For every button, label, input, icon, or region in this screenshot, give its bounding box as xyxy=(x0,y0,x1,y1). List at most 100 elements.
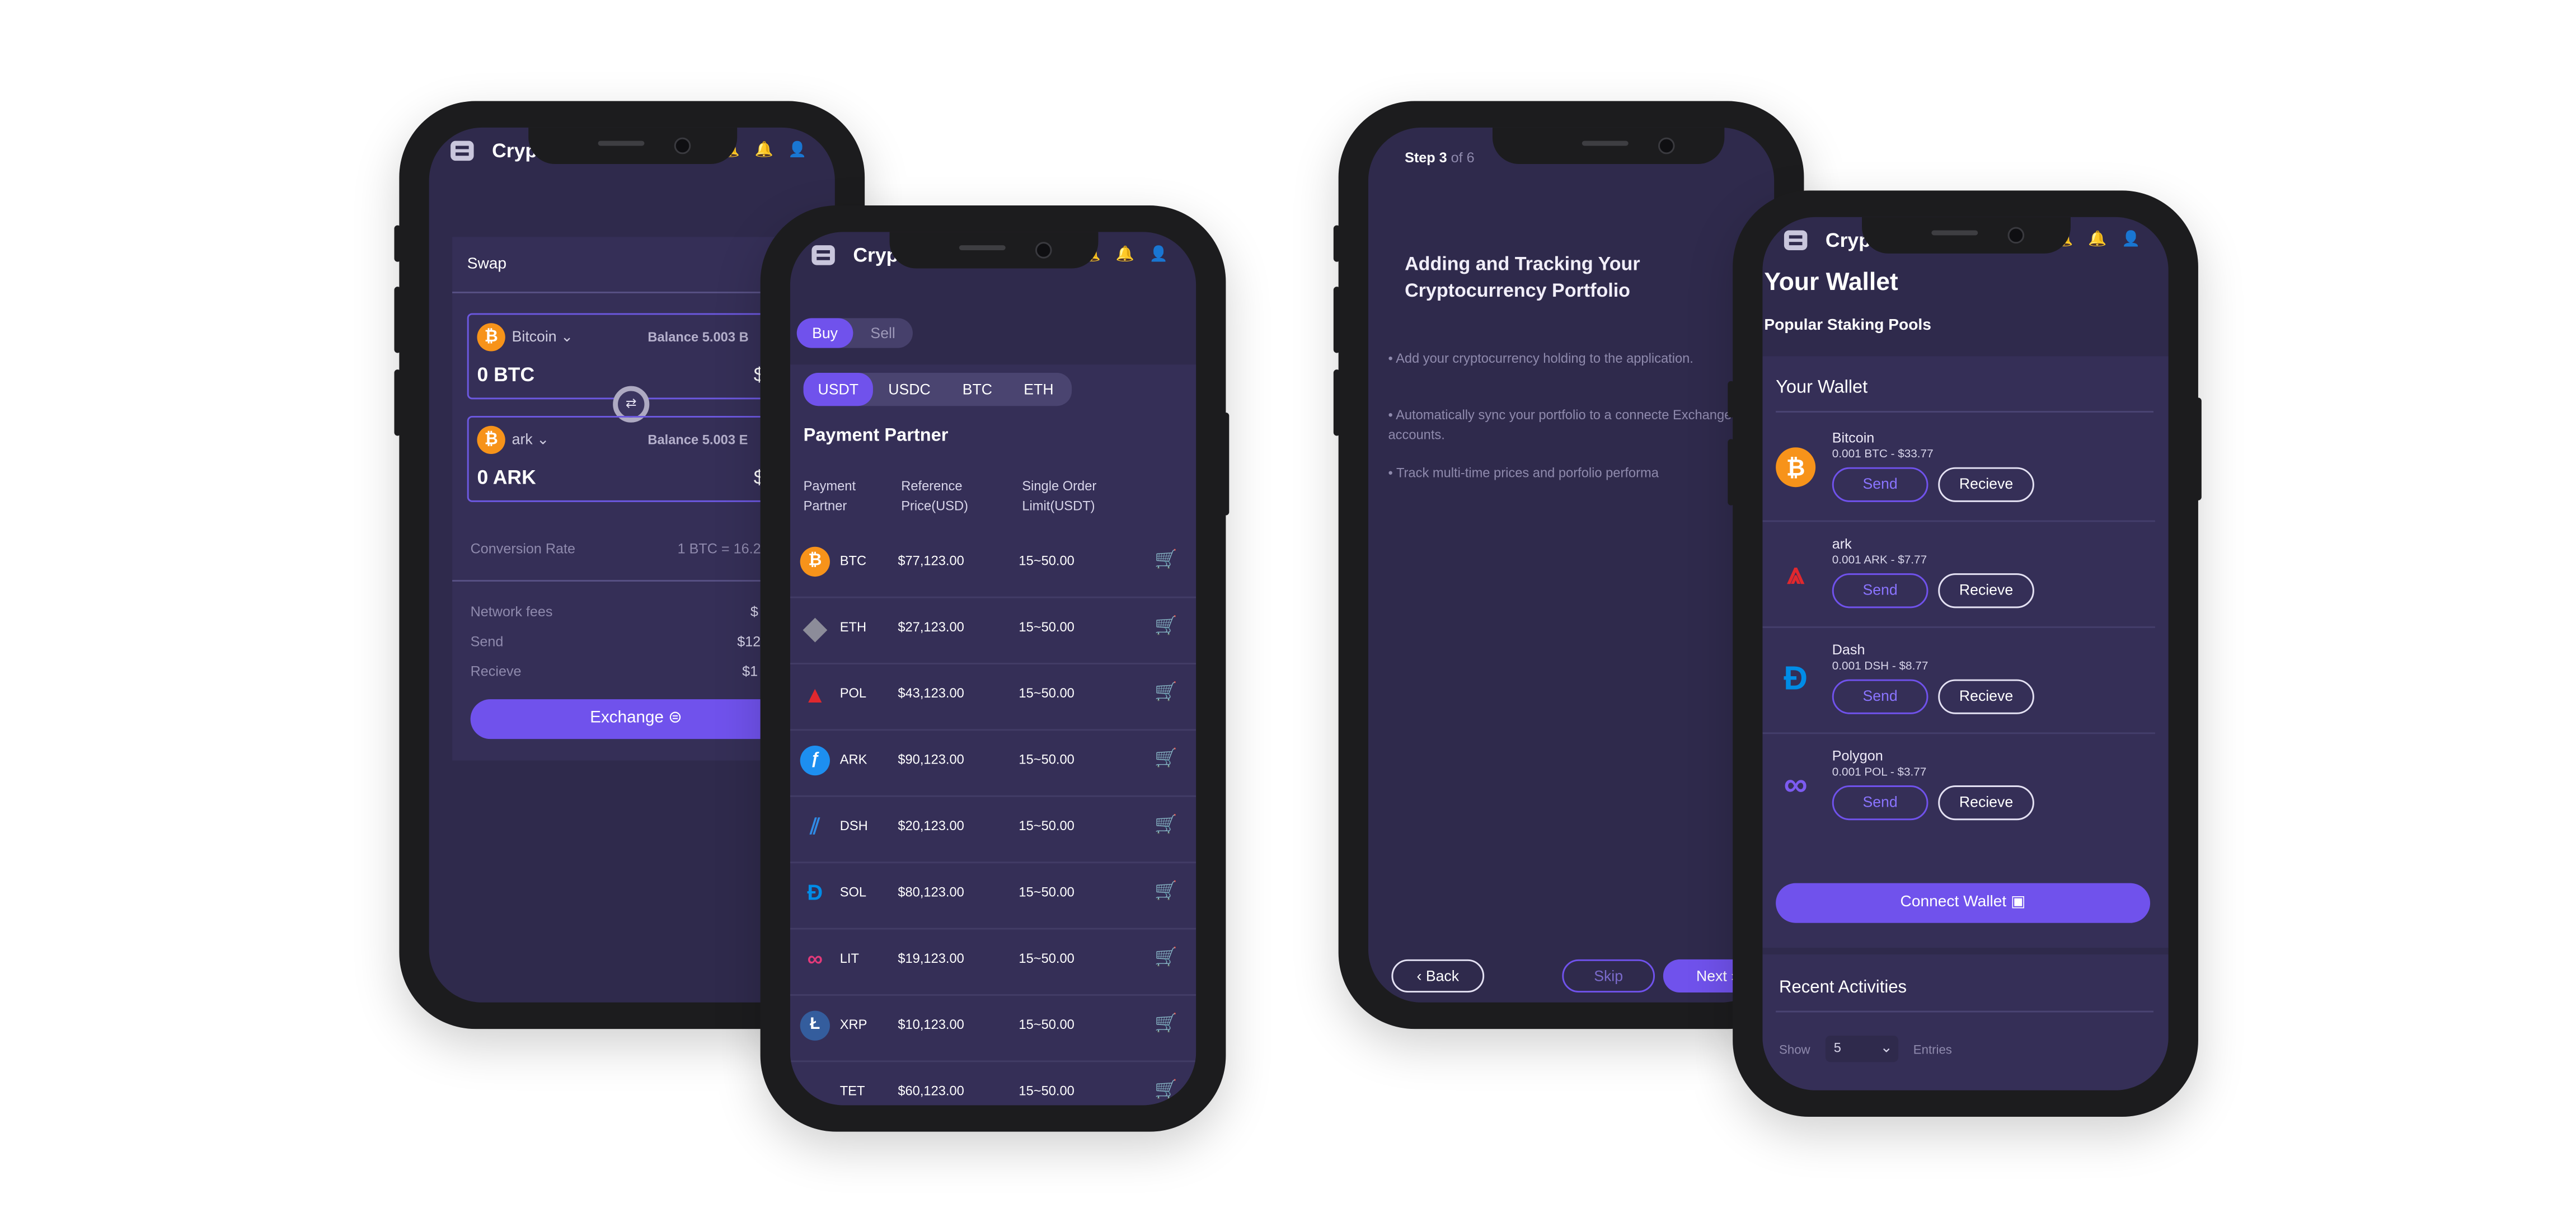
notification-icon[interactable]: 🔔 xyxy=(2088,230,2122,247)
user-icon[interactable]: 👤 xyxy=(1149,245,1183,262)
tab-usdc[interactable]: USDC xyxy=(876,373,942,406)
row-symbol: DSH xyxy=(839,818,868,834)
buy-tab[interactable]: Buy xyxy=(796,318,853,348)
swap-to-coin[interactable]: ark ⌄ xyxy=(512,431,550,450)
cart-icon[interactable]: 🛒 xyxy=(1155,813,1177,835)
send-button[interactable]: Send xyxy=(1832,467,1929,502)
chevron-left-icon: ‹ xyxy=(1416,967,1422,985)
cart-icon[interactable]: 🛒 xyxy=(1155,1013,1177,1034)
chevron-down-icon: ⌄ xyxy=(537,430,550,448)
list-item: Ɖ Dash 0.001 DSH - $8.77 Send Recieve xyxy=(1762,626,2155,734)
row-symbol: BTC xyxy=(839,553,867,569)
cart-icon[interactable]: 🛒 xyxy=(1155,549,1177,570)
user-icon[interactable]: 👤 xyxy=(788,141,822,158)
recieve-button[interactable]: Recieve xyxy=(1938,573,2034,608)
entries-value: 5 xyxy=(1833,1040,1841,1056)
row-symbol: XRP xyxy=(839,1017,867,1033)
row-symbol: POL xyxy=(839,686,867,701)
row-symbol: ETH xyxy=(839,620,867,635)
cart-icon[interactable]: 🛒 xyxy=(1155,747,1177,769)
entries-select[interactable]: 5 ⌄ xyxy=(1825,1036,1899,1062)
send-button[interactable]: Send xyxy=(1832,785,1929,821)
table-row[interactable]: ⫽ DSH $20,123.00 15~50.00 🛒 xyxy=(790,795,1196,864)
cart-icon[interactable]: 🛒 xyxy=(1155,880,1177,902)
row-limit: 15~50.00 xyxy=(1019,1017,1074,1033)
table-row[interactable]: ∞ LIT $19,123.00 15~50.00 🛒 xyxy=(790,928,1196,996)
notification-icon[interactable]: 🔔 xyxy=(754,141,788,158)
table-row[interactable]: Ł XRP $10,123.00 15~50.00 🛒 xyxy=(790,994,1196,1062)
bitcoin-icon: ₿ xyxy=(477,323,505,352)
swap-to-amount[interactable]: 0 ARK xyxy=(477,466,536,489)
filecoin-icon: ƒ xyxy=(800,746,830,776)
row-limit: 15~50.00 xyxy=(1019,818,1074,834)
swap-arrows-icon: ⇄ xyxy=(625,396,637,411)
back-button[interactable]: ‹ Back xyxy=(1391,959,1485,993)
wallet-item-name: Polygon xyxy=(1832,747,1883,764)
send-button[interactable]: Send xyxy=(1832,679,1929,714)
bullet-item: • Automatically sync your portfolio to a… xyxy=(1388,408,1732,443)
tab-btc[interactable]: BTC xyxy=(949,373,1006,406)
notification-icon[interactable]: 🔔 xyxy=(1116,245,1149,262)
row-limit: 15~50.00 xyxy=(1019,752,1074,767)
cart-icon[interactable]: 🛒 xyxy=(1155,615,1177,636)
table-row[interactable]: ƒ ARK $90,123.00 15~50.00 🛒 xyxy=(790,729,1196,797)
recent-activities-panel: Recent Activities Show 5 ⌄ Entries xyxy=(1762,954,2169,1090)
cart-icon[interactable]: 🛒 xyxy=(1155,946,1177,968)
wallet-icon: ▣ xyxy=(2011,893,2026,911)
swap-from-coin[interactable]: Bitcoin ⌄ xyxy=(512,328,574,347)
cart-icon[interactable]: 🛒 xyxy=(1155,681,1177,703)
recieve-button[interactable]: Recieve xyxy=(1938,785,2034,821)
conversion-rate-label: Conversion Rate xyxy=(470,540,576,557)
row-limit: 15~50.00 xyxy=(1019,620,1074,635)
table-row[interactable]: Ɖ SOL $80,123.00 15~50.00 🛒 xyxy=(790,862,1196,930)
stripes-icon: ⫽ xyxy=(810,813,820,839)
skip-button[interactable]: Skip xyxy=(1562,959,1655,993)
tab-usdt[interactable]: USDT xyxy=(803,373,873,406)
row-price: $20,123.00 xyxy=(898,818,964,834)
tab-eth[interactable]: ETH xyxy=(1009,373,1069,406)
exchange-button[interactable]: Exchange ⊜ xyxy=(470,699,802,739)
header-reference-price: Reference Price(USD) xyxy=(901,479,968,514)
wallet-item-value: 0.001 ARK - $7.77 xyxy=(1832,555,1927,567)
user-icon[interactable]: 👤 xyxy=(2122,230,2155,247)
polygon-icon: ∞ xyxy=(1784,767,1808,804)
table-row[interactable]: ◆ ETH $27,123.00 15~50.00 🛒 xyxy=(790,597,1196,664)
recieve-value: $1 xyxy=(742,663,758,680)
ark-icon: ▲ xyxy=(803,681,827,708)
row-symbol: SOL xyxy=(839,884,867,900)
recent-activities-title: Recent Activities xyxy=(1779,977,1907,998)
row-symbol: ARK xyxy=(839,752,867,767)
wallet-title: Your Wallet xyxy=(1764,268,1898,297)
send-button[interactable]: Send xyxy=(1832,573,1929,608)
ethereum-icon: ◆ xyxy=(803,611,827,645)
table-row[interactable]: ▲ POL $43,123.00 15~50.00 🛒 xyxy=(790,663,1196,731)
wallet-item-name: Dash xyxy=(1832,641,1865,658)
litecoin-icon: Ł xyxy=(800,1010,830,1041)
onboarding-screen: Step 3 of 6 Adding and Tracking Your Cry… xyxy=(1368,127,1775,1003)
row-price: $10,123.00 xyxy=(898,1017,964,1033)
phone-wallet: Cryp 🔔🔔👤 Your Wallet Popular Staking Poo… xyxy=(1728,190,2202,1117)
row-price: $27,123.00 xyxy=(898,620,964,635)
row-price: $90,123.00 xyxy=(898,752,964,767)
currency-tabs: USDT USDC BTC ETH xyxy=(803,373,1072,406)
market-panel: USDT USDC BTC ETH Payment Partner Paymen… xyxy=(790,364,1196,1106)
wallet-item-value: 0.001 DSH - $8.77 xyxy=(1832,661,1929,673)
network-fees-label: Network fees xyxy=(470,603,553,620)
menu-icon[interactable] xyxy=(1784,230,1808,250)
connect-wallet-button[interactable]: Connect Wallet ▣ xyxy=(1776,883,2151,923)
table-row[interactable]: TET $60,123.00 15~50.00 🛒 xyxy=(790,1060,1196,1105)
list-item: ⩓ ark 0.001 ARK - $7.77 Send Recieve xyxy=(1762,520,2155,628)
recieve-button[interactable]: Recieve xyxy=(1938,679,2034,714)
bitcoin-icon: ₿ xyxy=(477,425,505,455)
swap-from-amount[interactable]: 0 BTC xyxy=(477,363,534,386)
table-row[interactable]: ₿ BTC $77,123.00 15~50.00 🛒 xyxy=(790,530,1196,598)
onboarding-title: Adding and Tracking Your Cryptocurrency … xyxy=(1405,255,1640,302)
cart-icon[interactable]: 🛒 xyxy=(1155,1079,1177,1101)
row-symbol: TET xyxy=(839,1083,865,1099)
recieve-button[interactable]: Recieve xyxy=(1938,467,2034,502)
menu-icon[interactable] xyxy=(811,245,835,265)
sell-tab[interactable]: Sell xyxy=(856,318,909,348)
menu-icon[interactable] xyxy=(451,141,474,161)
row-limit: 15~50.00 xyxy=(1019,884,1074,900)
dash-icon: Ɖ xyxy=(807,879,823,905)
